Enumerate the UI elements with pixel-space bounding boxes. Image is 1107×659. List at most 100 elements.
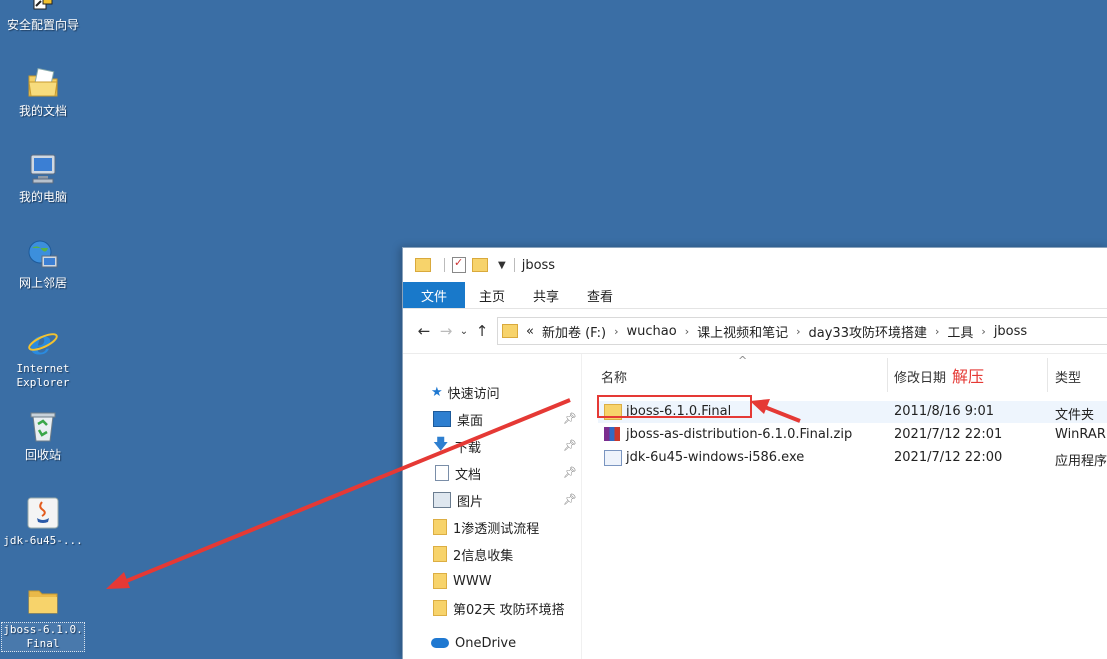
recent-chevron-icon[interactable]: ⌄ xyxy=(457,326,471,337)
nav-label: OneDrive xyxy=(455,635,517,651)
tab-share[interactable]: 共享 xyxy=(519,282,573,308)
title-bar: ▼ jboss xyxy=(403,248,1107,282)
desktop-icon-internet-explorer[interactable]: e Internet Explorer xyxy=(0,323,86,390)
file-date: 2011/8/16 9:01 xyxy=(894,404,994,419)
file-type: 文件夹 xyxy=(1055,408,1095,423)
nav-label: 桌面 xyxy=(457,413,484,429)
nav-item-folder-2[interactable]: 2信息收集 xyxy=(433,543,513,565)
column-separator[interactable] xyxy=(887,358,888,392)
nav-onedrive[interactable]: OneDrive xyxy=(431,632,516,654)
back-arrow-icon[interactable]: ← xyxy=(413,322,435,340)
chevron-right-icon[interactable]: › xyxy=(685,325,689,338)
nav-label: 1渗透测试流程 xyxy=(453,521,540,537)
nav-item-downloads[interactable]: 🡇 下载 xyxy=(433,435,481,457)
desktop-icon-my-documents[interactable]: 我的文档 xyxy=(0,66,86,118)
new-folder-icon[interactable] xyxy=(472,258,488,272)
file-name: jboss-as-distribution-6.1.0.Final.zip xyxy=(626,427,853,442)
file-row[interactable]: jdk-6u45-windows-i586.exe 2021/7/12 22:0… xyxy=(598,447,1107,469)
nav-item-folder-1[interactable]: 1渗透测试流程 xyxy=(433,516,539,538)
nav-item-folder-day02[interactable]: 第02天 攻防环境搭 xyxy=(433,597,565,619)
nav-label: 第02天 攻防环境搭 xyxy=(453,602,565,618)
file-type: 应用程序 xyxy=(1055,454,1107,469)
desktop-icon-security-wizard[interactable]: 安全配置向导 xyxy=(0,0,86,32)
properties-icon[interactable] xyxy=(452,256,466,273)
desktop-icon xyxy=(433,411,451,427)
tab-view[interactable]: 查看 xyxy=(573,282,627,308)
desktop-icon-label: 网上邻居 xyxy=(18,276,67,290)
nav-item-documents[interactable]: 文档 xyxy=(433,462,481,484)
column-name[interactable]: 名称 xyxy=(601,362,627,390)
column-date[interactable]: 修改日期 xyxy=(894,362,946,390)
star-icon: ★ xyxy=(431,384,443,400)
nav-quick-access[interactable]: ★ 快速访问 xyxy=(431,381,500,403)
up-arrow-icon[interactable]: ↑ xyxy=(471,322,493,340)
file-row[interactable]: jboss-as-distribution-6.1.0.Final.zip 20… xyxy=(598,424,1107,446)
pin-icon[interactable]: 📌︎ xyxy=(563,466,577,479)
breadcrumb-overflow[interactable]: « xyxy=(526,324,534,339)
network-icon xyxy=(26,238,60,272)
folder-icon xyxy=(433,600,447,616)
chevron-right-icon[interactable]: › xyxy=(796,325,800,338)
forward-arrow-icon[interactable]: → xyxy=(435,322,457,340)
file-date: 2021/7/12 22:01 xyxy=(894,427,1003,442)
wizard-shortcut-icon xyxy=(33,0,53,14)
documents-folder-icon xyxy=(26,66,60,100)
breadcrumb-wuchao[interactable]: wuchao xyxy=(627,324,677,339)
desktop-icon-my-computer[interactable]: 我的电脑 xyxy=(0,152,86,204)
address-bar[interactable]: « 新加卷 (F:) › wuchao › 课上视频和笔记 › day33攻防环… xyxy=(497,317,1107,345)
pin-icon[interactable]: 📌︎ xyxy=(563,412,577,425)
separator xyxy=(513,258,515,272)
folder-icon xyxy=(433,573,447,589)
file-name: jdk-6u45-windows-i586.exe xyxy=(626,450,805,465)
nav-label: 2信息收集 xyxy=(453,548,514,564)
desktop-icon-label: Internet Explorer xyxy=(16,362,70,389)
nav-label: 文档 xyxy=(455,467,482,483)
column-type[interactable]: 类型 xyxy=(1055,362,1081,390)
recycle-bin-icon xyxy=(26,410,60,444)
chevron-right-icon[interactable]: › xyxy=(981,325,985,338)
address-row: ← → ⌄ ↑ « 新加卷 (F:) › wuchao › 课上视频和笔记 › … xyxy=(403,309,1107,354)
nav-label: 图片 xyxy=(457,494,484,510)
explorer-window: ▼ jboss 文件 主页 共享 查看 ← → ⌄ ↑ « 新加卷 (F:) ›… xyxy=(402,247,1107,659)
desktop-icon-label: 安全配置向导 xyxy=(6,18,79,32)
desktop-icon-label: jboss-6.1.0. Final xyxy=(1,622,85,652)
annotation-arrowhead xyxy=(106,572,130,589)
desktop-icon-network[interactable]: 网上邻居 xyxy=(0,238,86,290)
java-installer-icon xyxy=(26,496,60,530)
pin-icon[interactable]: 📌︎ xyxy=(563,493,577,506)
desktop-icon-label: 回收站 xyxy=(24,448,61,462)
breadcrumb-jboss[interactable]: jboss xyxy=(994,324,1027,339)
column-separator[interactable] xyxy=(1047,358,1048,392)
sort-chevron-icon: ^ xyxy=(738,354,748,367)
ribbon-tabs: 文件 主页 共享 查看 xyxy=(403,282,1107,309)
folder-icon xyxy=(433,519,447,535)
annotation-highlight-box xyxy=(597,395,752,418)
chevron-down-icon[interactable]: ▼ xyxy=(498,260,506,271)
document-icon xyxy=(435,465,449,481)
chevron-right-icon[interactable]: › xyxy=(614,325,618,338)
tab-home[interactable]: 主页 xyxy=(465,282,519,308)
chevron-right-icon[interactable]: › xyxy=(935,325,939,338)
breadcrumb-tools[interactable]: 工具 xyxy=(947,322,973,341)
nav-label: 下载 xyxy=(455,440,482,456)
nav-item-folder-www[interactable]: WWW xyxy=(433,570,492,592)
nav-item-desktop[interactable]: 桌面 xyxy=(433,408,483,430)
nav-item-pictures[interactable]: 图片 xyxy=(433,489,483,511)
desktop-icon-jboss-folder[interactable]: jboss-6.1.0. Final xyxy=(0,584,86,652)
breadcrumb-day33[interactable]: day33攻防环境搭建 xyxy=(809,322,927,341)
annotation-label: 解压 xyxy=(952,367,985,386)
exe-icon xyxy=(604,450,622,466)
desktop-icon-recycle-bin[interactable]: 回收站 xyxy=(0,410,86,462)
nav-label: WWW xyxy=(453,573,492,589)
computer-icon xyxy=(26,152,60,186)
tab-file[interactable]: 文件 xyxy=(403,282,466,308)
breadcrumb-videos-notes[interactable]: 课上视频和笔记 xyxy=(697,322,788,341)
desktop-icon-jdk[interactable]: jdk-6u45-... xyxy=(0,496,86,548)
pin-icon[interactable]: 📌︎ xyxy=(563,439,577,452)
navigation-pane: ★ 快速访问 桌面 📌︎ 🡇 下载 📌︎ 文档 📌︎ 图片 📌︎ 1渗透测试流程… xyxy=(403,354,582,659)
breadcrumb-drive[interactable]: 新加卷 (F:) xyxy=(542,322,606,341)
desktop-icon-label: 我的电脑 xyxy=(18,190,67,204)
file-date: 2021/7/12 22:00 xyxy=(894,450,1003,465)
cloud-icon xyxy=(431,638,449,648)
folder-icon xyxy=(433,546,447,562)
